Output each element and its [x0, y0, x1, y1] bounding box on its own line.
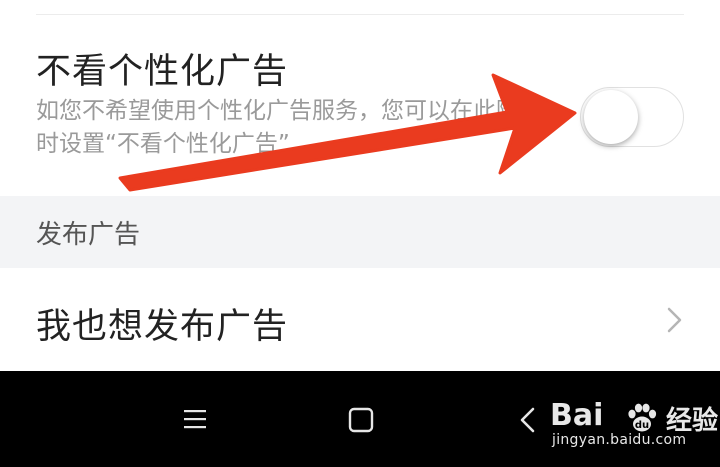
menu-icon[interactable]	[183, 407, 207, 431]
personalized-ads-description: 如您不希望使用个性化广告服务，您可以在此随时设置“不看个性化广告”	[36, 98, 519, 157]
watermark-url: jingyan.baidu.com	[552, 432, 687, 448]
system-navigation-bar	[0, 371, 720, 467]
paw-logo-icon: du	[628, 403, 657, 432]
personalized-ads-toggle[interactable]	[580, 87, 684, 147]
publish-ads-label: 我也想发布广告	[36, 307, 289, 347]
watermark-logo: Bai	[550, 398, 604, 433]
chevron-right-icon	[667, 307, 682, 333]
personalized-ads-title: 不看个性化广告	[36, 52, 289, 92]
paw-logo-text: du	[635, 420, 649, 431]
home-icon[interactable]	[348, 407, 374, 433]
publish-ads-section-header: 发布广告	[0, 196, 720, 268]
personalized-ads-row: 不看个性化广告 如您不希望使用个性化广告服务，您可以在此随时设置“不看个性化广告…	[0, 15, 720, 196]
toggle-knob	[584, 90, 638, 144]
back-icon[interactable]	[518, 406, 536, 434]
publish-ads-item[interactable]: 我也想发布广告	[0, 268, 720, 371]
section-label: 发布广告	[36, 220, 141, 250]
